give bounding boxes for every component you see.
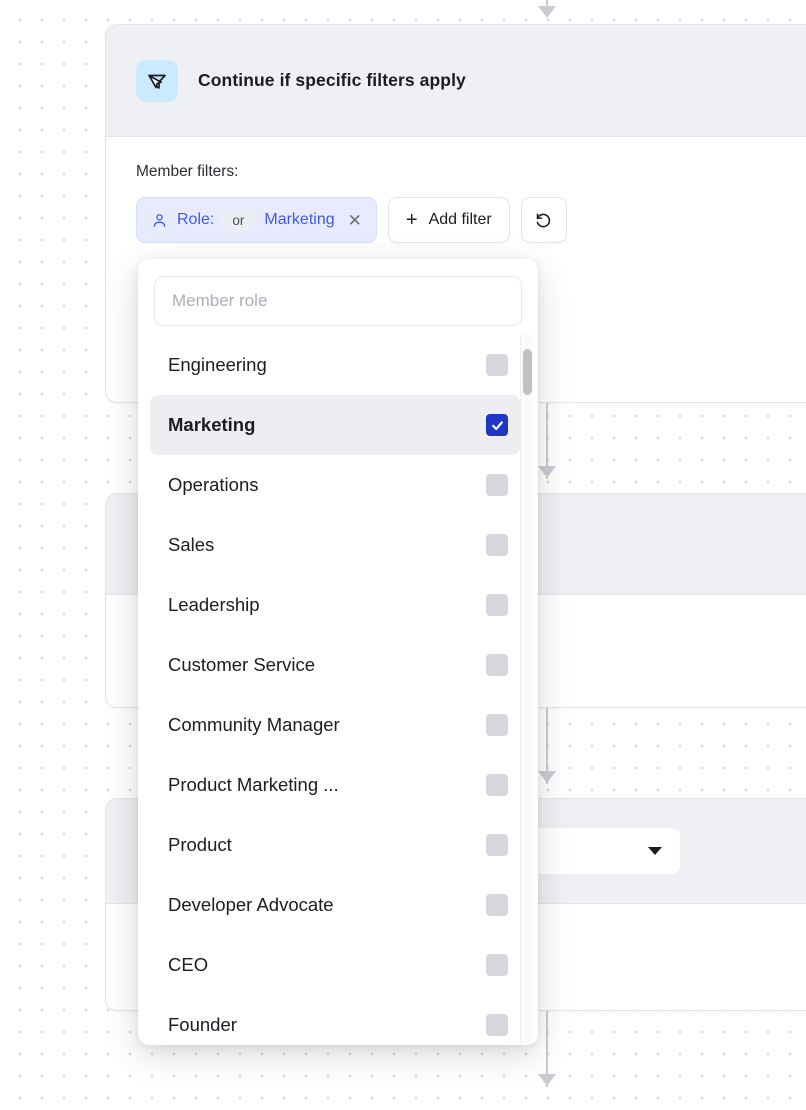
filter-chip-key: Role: xyxy=(177,211,214,229)
dropdown-scrollbar-thumb[interactable] xyxy=(523,349,532,395)
role-option-label: Leadership xyxy=(168,594,260,616)
checkbox-icon[interactable] xyxy=(486,714,508,736)
member-filters-label: Member filters: xyxy=(136,163,806,181)
node-title: Continue if specific filters apply xyxy=(198,70,466,91)
filters-row: Role: or Marketing ✕ + Add filter xyxy=(136,197,806,243)
role-option-sales[interactable]: Sales xyxy=(150,515,520,575)
member-role-search-input[interactable] xyxy=(154,276,522,326)
role-option-label: Marketing xyxy=(168,414,255,436)
role-option-label: CEO xyxy=(168,954,208,976)
role-option-label: Customer Service xyxy=(168,654,315,676)
role-option-label: Product Marketing ... xyxy=(168,774,339,796)
role-option-label: Community Manager xyxy=(168,714,340,736)
role-option-label: Operations xyxy=(168,474,259,496)
role-option-leadership[interactable]: Leadership xyxy=(150,575,520,635)
role-option-list[interactable]: Engineering Marketing Operations Sales Leade… xyxy=(138,335,538,1043)
role-option-marketing[interactable]: Marketing xyxy=(150,395,520,455)
checkbox-icon[interactable] xyxy=(486,774,508,796)
checkbox-icon[interactable] xyxy=(486,474,508,496)
checkbox-icon[interactable] xyxy=(486,954,508,976)
role-option-label: Developer Advocate xyxy=(168,894,334,916)
checkbox-checked-icon[interactable] xyxy=(486,414,508,436)
checkbox-icon[interactable] xyxy=(486,654,508,676)
person-icon xyxy=(151,212,168,229)
undo-icon xyxy=(533,210,554,231)
role-option-label: Founder xyxy=(168,1014,237,1036)
role-dropdown-popover[interactable]: Engineering Marketing Operations Sales Leade… xyxy=(138,259,538,1045)
role-option-founder[interactable]: Founder xyxy=(150,995,520,1043)
checkbox-icon[interactable] xyxy=(486,534,508,556)
checkbox-icon[interactable] xyxy=(486,894,508,916)
role-option-label: Engineering xyxy=(168,354,267,376)
card-header: Continue if specific filters apply xyxy=(106,25,806,137)
filter-funnel-icon xyxy=(136,60,178,102)
connector-arrow-top xyxy=(538,6,556,18)
dropdown-search-wrap xyxy=(138,259,538,335)
add-filter-label: Add filter xyxy=(429,211,492,229)
card-body: Member filters: Role: or Marketing ✕ xyxy=(106,137,806,277)
role-option-product-marketing[interactable]: Product Marketing ... xyxy=(150,755,520,815)
plus-icon: + xyxy=(406,210,418,230)
chevron-down-icon xyxy=(648,847,662,855)
role-option-engineering[interactable]: Engineering xyxy=(150,335,520,395)
checkbox-icon[interactable] xyxy=(486,834,508,856)
role-option-community-manager[interactable]: Community Manager xyxy=(150,695,520,755)
add-filter-button[interactable]: + Add filter xyxy=(388,197,510,243)
reset-filters-button[interactable] xyxy=(521,197,567,243)
connector-arrow-3 xyxy=(538,1074,556,1086)
connector-arrow-2 xyxy=(538,771,556,783)
workflow-canvas[interactable]: Continue if specific filters apply Membe… xyxy=(0,0,806,1110)
role-option-developer-advocate[interactable]: Developer Advocate xyxy=(150,875,520,935)
role-option-ceo[interactable]: CEO xyxy=(150,935,520,995)
role-option-product[interactable]: Product xyxy=(150,815,520,875)
connector-arrow-1 xyxy=(538,466,556,478)
checkbox-icon[interactable] xyxy=(486,354,508,376)
filter-chip-operator[interactable]: or xyxy=(223,210,253,231)
checkbox-icon[interactable] xyxy=(486,1014,508,1036)
role-option-operations[interactable]: Operations xyxy=(150,455,520,515)
role-option-label: Sales xyxy=(168,534,214,556)
role-option-customer-service[interactable]: Customer Service xyxy=(150,635,520,695)
filter-chip-role[interactable]: Role: or Marketing ✕ xyxy=(136,197,377,243)
dropdown-scrollbar[interactable] xyxy=(520,335,533,1043)
checkbox-icon[interactable] xyxy=(486,594,508,616)
filter-chip-value[interactable]: Marketing xyxy=(264,211,334,229)
close-icon[interactable]: ✕ xyxy=(348,212,362,229)
role-option-label: Product xyxy=(168,834,232,856)
